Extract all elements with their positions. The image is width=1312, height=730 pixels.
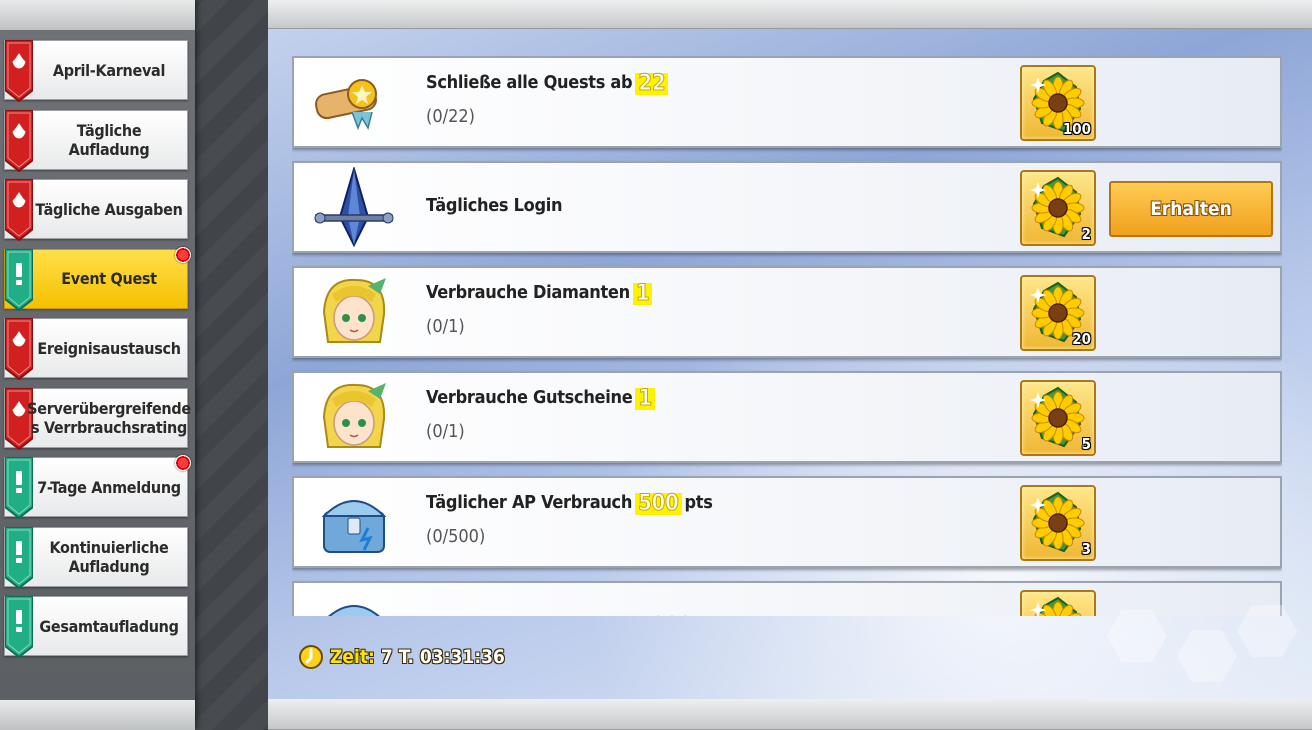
panel-top-cap — [268, 0, 1312, 29]
reward-slot[interactable]: 5 — [1020, 380, 1096, 456]
quest-title-text: Täglicher AP Verbrauch — [426, 615, 632, 616]
panel-bottom-cap — [268, 699, 1312, 730]
reward-count: 3 — [1081, 540, 1091, 558]
quest-title-text: Schließe alle Quests ab — [426, 72, 633, 93]
hexagon-decoration — [1107, 605, 1297, 682]
sidebar-item[interactable]: Tägliche Aufladung — [4, 109, 188, 172]
quest-title: Verbrauche Diamanten 1 — [426, 282, 655, 305]
exclamation-ribbon-icon — [5, 457, 33, 519]
reward-slot[interactable]: 100 — [1020, 65, 1096, 141]
quest-progress: (0/500) — [426, 526, 486, 547]
sidebar-item-label: Ereignisaustausch — [37, 338, 181, 358]
sidebar-item-label: 7-Tage Anmeldung — [37, 477, 181, 497]
sidebar-item[interactable]: Gesamtaufladung — [4, 596, 188, 658]
reward-count: 100 — [1062, 120, 1091, 138]
quest-target-value: 500 — [635, 492, 682, 515]
sidebar-item[interactable]: 7-Tage Anmeldung — [4, 455, 191, 519]
sidebar-item-label: Kontinuierliche Aufladung — [49, 537, 169, 576]
timer-value: 7 T. 03:31:36 — [380, 646, 505, 668]
sidebar-item-label: Event Quest — [61, 269, 157, 288]
leafa-portrait-icon — [304, 270, 404, 354]
quest-list[interactable]: Schließe alle Quests ab 22 (0/22) 100 Täglic… — [292, 56, 1282, 616]
reward-slot[interactable]: 2 — [1020, 170, 1096, 246]
exclamation-ribbon-icon — [5, 248, 33, 311]
notification-dot — [175, 455, 191, 471]
sidebar-item[interactable]: Tägliche Ausgaben — [4, 179, 188, 241]
leafa-portrait-icon — [304, 375, 404, 459]
scroll-medal-icon — [304, 60, 404, 144]
exclamation-ribbon-icon — [5, 596, 33, 658]
quest-title: Täglicher AP Verbrauch 500 pts — [426, 492, 713, 515]
quest-progress: (0/1) — [426, 421, 465, 442]
sidebar-item-label: April-Karneval — [52, 60, 166, 80]
quest-row: Tägliches Login 2 Erhalten — [292, 161, 1282, 253]
sidebar-item[interactable]: April-Karneval — [4, 40, 188, 102]
fire-ribbon-icon — [5, 318, 33, 380]
quest-row: Verbrauche Diamanten 1 (0/1) 20 — [292, 266, 1282, 358]
reward-count: 20 — [1072, 330, 1091, 348]
quest-progress: (0/22) — [426, 106, 475, 127]
sidebar-item[interactable]: Serverübergreifende s Verrbrauchsrating — [4, 387, 191, 450]
fire-ribbon-icon — [5, 40, 33, 102]
quest-title-text: Verbrauche Diamanten — [426, 282, 630, 303]
event-sidebar: April-Karneval Tägliche Aufladung Tägliche… — [0, 0, 195, 730]
event-menu: April-Karneval Tägliche Aufladung Tägliche… — [4, 40, 191, 666]
blue-chest-icon — [304, 480, 404, 564]
reward-count: 2 — [1081, 225, 1091, 243]
quest-target-value: 1 — [632, 282, 653, 305]
quest-unit: pts — [698, 615, 726, 616]
sidebar-bottom-cap — [0, 700, 195, 730]
reward-slot[interactable]: 20 — [1020, 275, 1096, 351]
sidebar-item-label: Serverübergreifende s Verrbrauchsrating — [27, 398, 191, 437]
quest-title: Verbrauche Gutscheine 1 — [426, 387, 658, 410]
quest-title: Täglicher AP Verbrauch1000pts — [426, 615, 726, 616]
reward-count: 5 — [1081, 435, 1091, 453]
quest-row: Verbrauche Gutscheine 1 (0/1) 5 — [292, 371, 1282, 463]
timer-label: Zeit: — [330, 646, 375, 668]
clock-icon — [299, 645, 323, 669]
sidebar-item[interactable]: Ereignisaustausch — [4, 318, 188, 380]
sidebar-item[interactable]: Kontinuierliche Aufladung — [4, 526, 188, 589]
sidebar-item-label: Tägliche Ausgaben — [35, 199, 183, 219]
fire-ribbon-icon — [5, 109, 33, 172]
event-timer: Zeit: 7 T. 03:31:36 — [298, 644, 505, 670]
claim-button[interactable]: Erhalten — [1109, 181, 1273, 237]
sidebar-item-label: Gesamtaufladung — [39, 616, 179, 636]
blue-spire-icon — [304, 165, 404, 249]
reward-slot[interactable]: 3 — [1020, 485, 1096, 561]
notification-dot — [175, 246, 191, 263]
quest-row: Schließe alle Quests ab 22 (0/22) 100 — [292, 56, 1282, 148]
sidebar-item-label: Tägliche Aufladung — [68, 120, 150, 159]
sidebar-item[interactable]: Event Quest — [4, 246, 191, 311]
quest-target-value: 1 — [635, 387, 655, 410]
quest-target-value: 22 — [635, 72, 669, 95]
quest-title: Tägliches Login — [426, 195, 563, 216]
sidebar-top-cap — [0, 0, 195, 30]
quest-progress: (0/1) — [426, 316, 465, 337]
quest-title-text: Verbrauche Gutscheine — [426, 387, 633, 408]
quest-title-text: Täglicher AP Verbrauch — [426, 492, 633, 513]
blue-chest-icon — [304, 585, 404, 616]
quest-title: Schließe alle Quests ab 22 — [426, 72, 671, 95]
exclamation-ribbon-icon — [5, 526, 33, 589]
quest-title-text: Tägliches Login — [426, 195, 563, 216]
quest-panel: Schließe alle Quests ab 22 (0/22) 100 Täglic… — [268, 0, 1312, 730]
fire-ribbon-icon — [5, 179, 33, 241]
quest-unit: pts — [684, 492, 713, 513]
quest-row: Täglicher AP Verbrauch 500 pts (0/500) 3 — [292, 476, 1282, 568]
